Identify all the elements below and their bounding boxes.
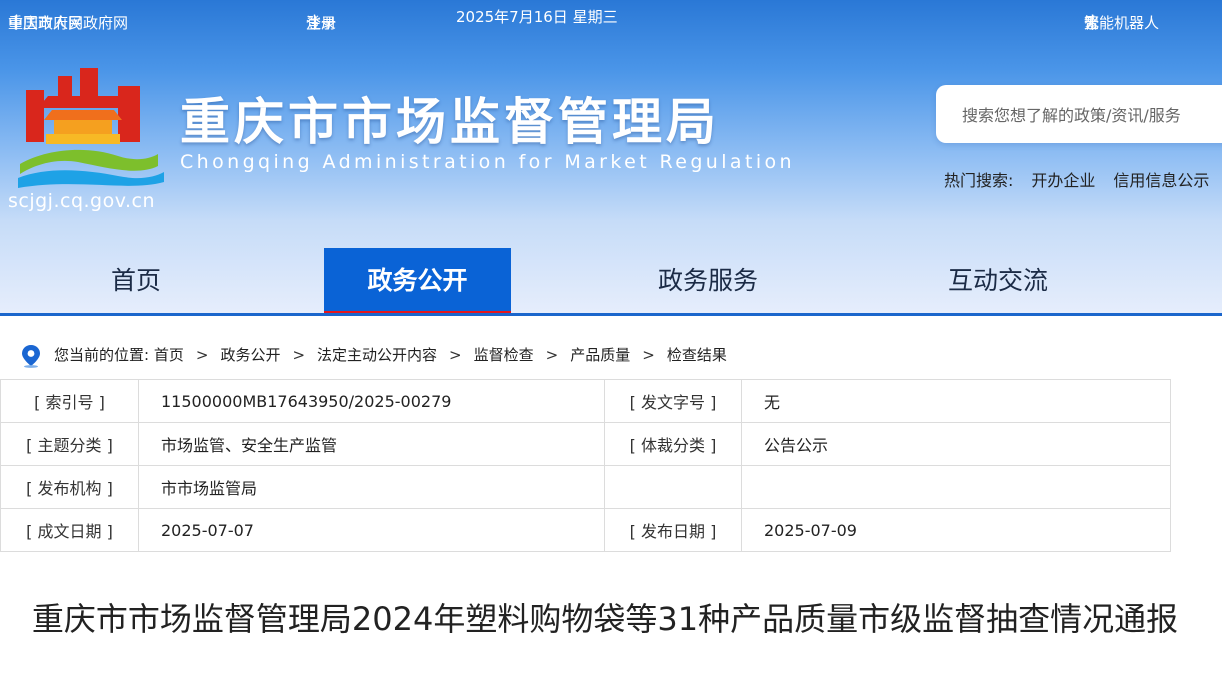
accessibility-link[interactable]: 无: [1084, 12, 1099, 33]
nav-government-affairs-public[interactable]: 政务公开: [324, 248, 511, 316]
breadcrumb-separator: >: [545, 346, 559, 364]
breadcrumb-separator: >: [195, 346, 209, 364]
breadcrumb-product-quality[interactable]: 产品质量: [570, 346, 630, 364]
breadcrumb: 您当前的位置: 首页 > 政务公开 > 法定主动公开内容 > 监督检查 > 产品质量 > 检查结果: [20, 342, 727, 368]
meta-value-publish-date: 2025-07-09: [741, 508, 1171, 552]
site-domain: scjgj.cq.gov.cn: [8, 190, 156, 212]
meta-value-empty: [741, 465, 1171, 509]
breadcrumb-separator: >: [292, 346, 306, 364]
meta-value-genre: 公告公示: [741, 422, 1171, 466]
nav-home[interactable]: 首页: [40, 248, 232, 316]
site-logo-icon: [18, 68, 164, 188]
search-box: [936, 85, 1222, 143]
hot-search: 热门搜索: 开办企业 信用信息公示: [944, 167, 1209, 191]
meta-value-publisher: 市市场监管局: [138, 465, 605, 509]
meta-key-publish-date: [ 发布日期 ]: [604, 508, 742, 552]
meta-key-doc-no: [ 发文字号 ]: [604, 379, 742, 423]
meta-key-genre: [ 体裁分类 ]: [604, 422, 742, 466]
breadcrumb-inspection[interactable]: 监督检查: [474, 346, 534, 364]
meta-value-doc-no: 无: [741, 379, 1171, 423]
meta-key-index-no: [ 索引号 ]: [0, 379, 139, 423]
meta-value-written-date: 2025-07-07: [138, 508, 605, 552]
hot-search-label: 热门搜索:: [944, 171, 1014, 190]
nav-government-services[interactable]: 政务服务: [612, 248, 804, 316]
table-row: [ 发布机构 ] 市市场监管局: [0, 465, 1171, 509]
document-meta-table: [ 索引号 ] 11500000MB17643950/2025-00279 [ …: [0, 379, 1171, 552]
main-nav: 首页 政务公开 政务服务 互动交流: [0, 248, 1222, 316]
meta-key-empty: [604, 465, 742, 509]
breadcrumb-separator: >: [642, 346, 655, 364]
table-row: [ 主题分类 ] 市场监管、安全生产监管 [ 体裁分类 ] 公告公示: [0, 422, 1171, 466]
breadcrumb-statutory-disclosure[interactable]: 法定主动公开内容: [317, 346, 437, 364]
meta-key-written-date: [ 成文日期 ]: [0, 508, 139, 552]
search-input[interactable]: [960, 99, 1222, 131]
breadcrumb-separator: >: [449, 346, 462, 364]
nav-interaction[interactable]: 互动交流: [902, 248, 1094, 316]
header-banner: 中国政府网 | 重庆市人民政府网 注册 | 登录 2025年7月16日 星期三 繁 | 智能…: [0, 0, 1222, 316]
nav-divider: [0, 313, 1222, 316]
table-row: [ 索引号 ] 11500000MB17643950/2025-00279 [ …: [0, 379, 1171, 423]
hot-search-item-credit-info[interactable]: 信用信息公示: [1113, 171, 1209, 190]
meta-key-topic: [ 主题分类 ]: [0, 422, 139, 466]
current-date: 2025年7月16日 星期三: [456, 8, 618, 26]
article-title: 重庆市市场监督管理局2024年塑料购物袋等31种产品质量市级监督抽查情况通报: [31, 600, 1179, 638]
site-subtitle: Chongqing Administration for Market Regu…: [180, 151, 795, 173]
hot-search-item-open-business[interactable]: 开办企业: [1031, 171, 1095, 190]
meta-value-topic: 市场监管、安全生产监管: [138, 422, 605, 466]
breadcrumb-prefix: 您当前的位置:: [54, 346, 150, 364]
breadcrumb-home[interactable]: 首页: [154, 346, 184, 364]
top-bar: 中国政府网 | 重庆市人民政府网 注册 | 登录 2025年7月16日 星期三 繁 | 智能…: [8, 8, 1160, 33]
chongqing-gov-link[interactable]: 重庆市人民政府网: [8, 12, 128, 33]
location-pin-icon: [22, 344, 40, 368]
table-row: [ 成文日期 ] 2025-07-07 [ 发布日期 ] 2025-07-09: [0, 508, 1171, 552]
login-link[interactable]: 登录: [306, 12, 336, 33]
breadcrumb-inspection-results[interactable]: 检查结果: [667, 346, 727, 364]
site-title: 重庆市市场监督管理局: [180, 93, 720, 151]
meta-key-publisher: [ 发布机构 ]: [0, 465, 139, 509]
breadcrumb-government-affairs[interactable]: 政务公开: [220, 346, 280, 364]
meta-value-index-no: 11500000MB17643950/2025-00279: [138, 379, 605, 423]
